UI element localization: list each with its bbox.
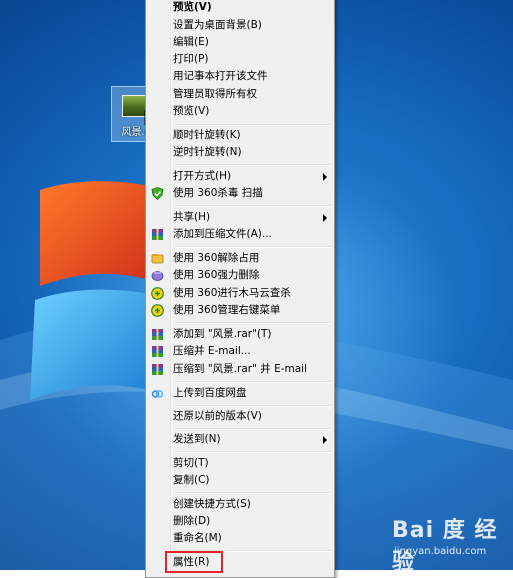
menu-item-label: 还原以前的版本(V) bbox=[173, 410, 262, 422]
menu-item-label: 编辑(E) bbox=[173, 36, 209, 48]
menu-item-rotate-clockwise[interactable]: 顺时针旋转(K) bbox=[148, 127, 332, 144]
menu-item-360-antivirus-scan[interactable]: 使用 360杀毒 扫描 bbox=[148, 185, 332, 202]
menu-item-label: 打开方式(H) bbox=[173, 170, 232, 182]
context-menu: 预览(V) 设置为桌面背景(B) 编辑(E) 打印(P) 用记事本打开该文件 管… bbox=[145, 0, 335, 578]
menu-item-360-unlock[interactable]: 使用 360解除占用 bbox=[148, 250, 332, 267]
menu-separator bbox=[175, 322, 331, 324]
menu-item-label: 顺时针旋转(K) bbox=[173, 129, 241, 141]
menu-item-compress-and-email[interactable]: 压缩并 E-mail... bbox=[148, 343, 332, 360]
submenu-arrow-icon bbox=[323, 173, 327, 181]
menu-item-label: 剪切(T) bbox=[173, 457, 209, 469]
menu-item-preview[interactable]: 预览(V) bbox=[148, 103, 332, 120]
menu-item-label: 管理员取得所有权 bbox=[173, 88, 257, 100]
menu-item-set-desktop-background[interactable]: 设置为桌面背景(B) bbox=[148, 17, 332, 34]
menu-item-label: 添加到 "风景.rar"(T) bbox=[173, 328, 272, 340]
menu-item-label: 创建快捷方式(S) bbox=[173, 498, 251, 510]
menu-item-compress-to-rar-and-email[interactable]: 压缩到 "风景.rar" 并 E-mail bbox=[148, 361, 332, 378]
menu-item-label: 使用 360管理右键菜单 bbox=[173, 304, 281, 316]
360-trojan-scan-icon bbox=[151, 287, 164, 300]
menu-item-label: 压缩到 "风景.rar" 并 E-mail bbox=[173, 363, 307, 375]
winrar-icon bbox=[152, 364, 163, 375]
menu-item-label: 使用 360进行木马云查杀 bbox=[173, 287, 291, 299]
360-antivirus-icon bbox=[151, 187, 164, 200]
baidu-jingyan-watermark: Bai 度 经验 jingyan.baidu.com bbox=[392, 512, 512, 575]
menu-item-label: 发送到(N) bbox=[173, 433, 221, 445]
menu-item-label: 添加到压缩文件(A)... bbox=[173, 228, 272, 240]
menu-item-label: 共享(H) bbox=[173, 211, 211, 223]
menu-item-copy[interactable]: 复制(C) bbox=[148, 472, 332, 489]
360-unlock-icon bbox=[151, 254, 164, 264]
menu-item-open-with-notepad[interactable]: 用记事本打开该文件 bbox=[148, 68, 332, 85]
menu-item-upload-baidu-netdisk[interactable]: 上传到百度网盘 bbox=[148, 385, 332, 402]
menu-item-rename[interactable]: 重命名(M) bbox=[148, 530, 332, 547]
baidu-netdisk-icon bbox=[151, 390, 164, 398]
menu-item-open-with[interactable]: 打开方式(H) bbox=[148, 168, 332, 185]
menu-item-label: 预览(V) bbox=[173, 1, 212, 13]
menu-item-create-shortcut[interactable]: 创建快捷方式(S) bbox=[148, 496, 332, 513]
menu-item-label: 预览(V) bbox=[173, 105, 210, 117]
menu-item-delete[interactable]: 删除(D) bbox=[148, 513, 332, 530]
menu-item-label: 复制(C) bbox=[173, 474, 210, 486]
menu-separator bbox=[175, 205, 331, 207]
menu-item-label: 使用 360强力删除 bbox=[173, 269, 260, 281]
menu-item-send-to[interactable]: 发送到(N) bbox=[148, 431, 332, 448]
menu-separator bbox=[175, 246, 331, 248]
menu-item-label: 重命名(M) bbox=[173, 532, 222, 544]
menu-separator bbox=[175, 492, 331, 494]
menu-item-360-trojan-scan[interactable]: 使用 360进行木马云查杀 bbox=[148, 285, 332, 302]
menu-item-360-context-menu-manager[interactable]: 使用 360管理右键菜单 bbox=[148, 302, 332, 319]
menu-item-cut[interactable]: 剪切(T) bbox=[148, 455, 332, 472]
watermark-url: jingyan.baidu.com bbox=[394, 546, 487, 557]
menu-separator bbox=[175, 381, 331, 383]
360-delete-icon bbox=[151, 271, 164, 281]
menu-item-label: 使用 360杀毒 扫描 bbox=[173, 187, 263, 199]
winrar-icon bbox=[152, 346, 163, 357]
menu-separator bbox=[175, 451, 331, 453]
menu-item-add-to-archive[interactable]: 添加到压缩文件(A)... bbox=[148, 226, 332, 243]
menu-separator bbox=[175, 428, 331, 430]
menu-item-label: 上传到百度网盘 bbox=[173, 387, 247, 399]
menu-item-edit[interactable]: 编辑(E) bbox=[148, 34, 332, 51]
menu-item-restore-previous-versions[interactable]: 还原以前的版本(V) bbox=[148, 408, 332, 425]
menu-item-label: 压缩并 E-mail... bbox=[173, 345, 251, 357]
menu-item-360-force-delete[interactable]: 使用 360强力删除 bbox=[148, 267, 332, 284]
menu-separator bbox=[175, 405, 331, 407]
winrar-icon bbox=[152, 229, 163, 240]
menu-item-label: 使用 360解除占用 bbox=[173, 252, 260, 264]
menu-item-label: 用记事本打开该文件 bbox=[173, 70, 268, 82]
watermark-logo: Bai 度 经验 bbox=[392, 518, 498, 575]
menu-item-add-to-rar[interactable]: 添加到 "风景.rar"(T) bbox=[148, 326, 332, 343]
360-menu-manager-icon bbox=[151, 304, 164, 317]
winrar-icon bbox=[152, 329, 163, 340]
submenu-arrow-icon bbox=[323, 436, 327, 444]
menu-item-take-ownership[interactable]: 管理员取得所有权 bbox=[148, 86, 332, 103]
menu-separator bbox=[175, 164, 331, 166]
submenu-arrow-icon bbox=[323, 214, 327, 222]
menu-item-print[interactable]: 打印(P) bbox=[148, 51, 332, 68]
menu-item-label: 删除(D) bbox=[173, 515, 211, 527]
menu-item-share[interactable]: 共享(H) bbox=[148, 209, 332, 226]
menu-item-label: 打印(P) bbox=[173, 53, 209, 65]
menu-item-preview-default[interactable]: 预览(V) bbox=[148, 0, 332, 16]
menu-item-rotate-counterclockwise[interactable]: 逆时针旋转(N) bbox=[148, 144, 332, 161]
menu-separator bbox=[175, 124, 331, 126]
menu-item-label: 逆时针旋转(N) bbox=[173, 146, 242, 158]
menu-item-label: 设置为桌面背景(B) bbox=[173, 19, 262, 31]
